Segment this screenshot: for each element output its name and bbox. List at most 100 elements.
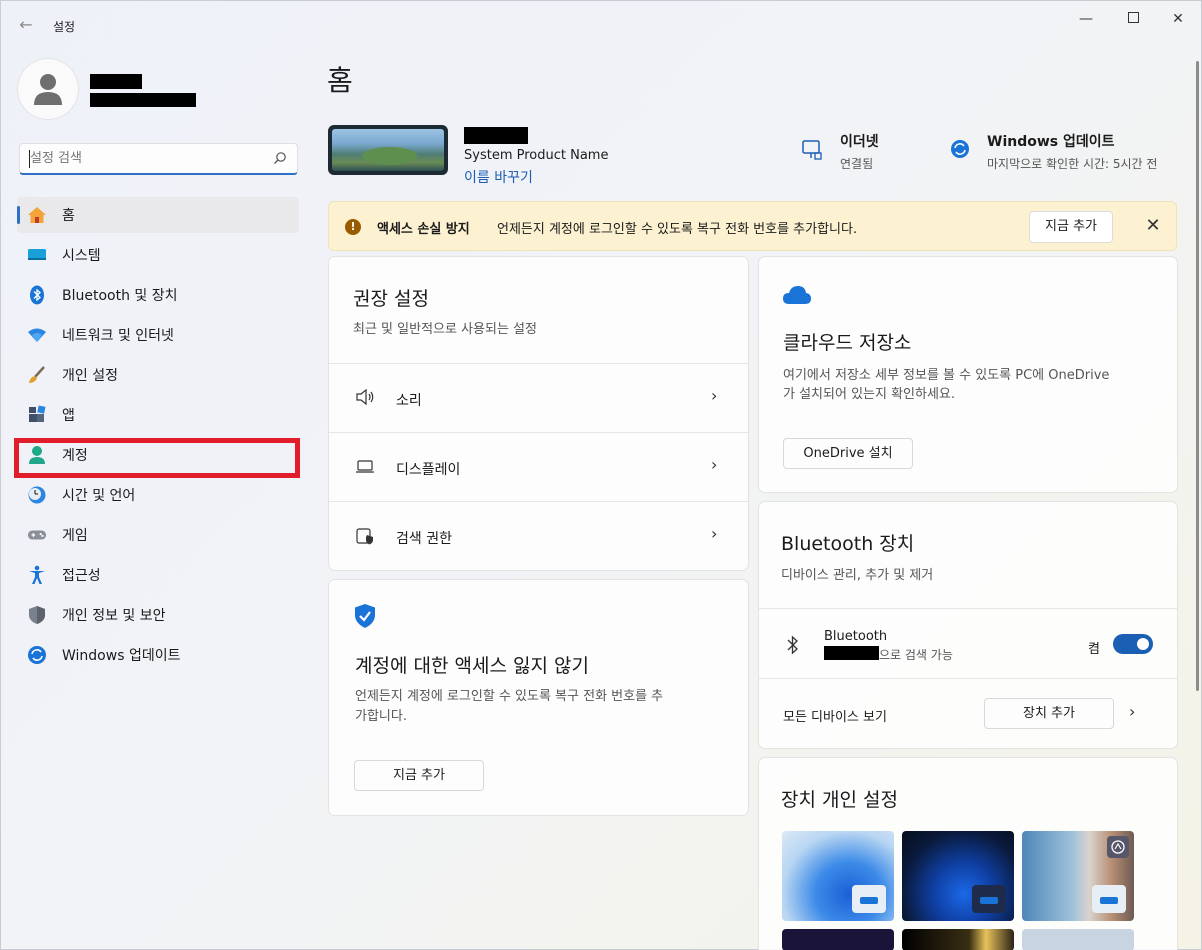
update-icon	[951, 140, 969, 158]
bluetooth-icon	[787, 635, 798, 655]
account-protection-card: 계정에 대한 액세스 잃지 않기 언제든지 계정에 로그인할 수 있도록 복구 …	[328, 579, 749, 816]
rename-link[interactable]: 이름 바꾸기	[464, 167, 533, 187]
chevron-right-icon: ›	[711, 455, 718, 474]
settings-window: ← 설정 — ✕ 홈	[0, 0, 1202, 950]
laptop-icon	[356, 460, 374, 473]
update-icon	[27, 645, 47, 665]
bluetooth-devices-card: Bluetooth 장치 디바이스 관리, 추가 및 제거 Bluetooth …	[758, 501, 1178, 749]
warning-icon: !	[345, 219, 361, 235]
bluetooth-card-title: Bluetooth 장치	[781, 533, 915, 555]
title-bar: ← 설정 — ✕	[1, 1, 1201, 47]
add-device-button[interactable]: 장치 추가	[984, 698, 1114, 729]
sidebar-item-label: 시간 및 언어	[62, 488, 136, 504]
ethernet-title: 이더넷	[840, 134, 879, 150]
text-caret	[29, 150, 30, 168]
recommended-item-display[interactable]: 디스플레이 ›	[329, 433, 748, 501]
search-permissions-label: 검색 권한	[396, 531, 452, 547]
sidebar-item-network[interactable]: 네트워크 및 인터넷	[17, 317, 299, 353]
sidebar-item-label: Windows 업데이트	[62, 648, 181, 664]
sidebar-item-accounts[interactable]: 계정	[17, 437, 299, 473]
update-title: Windows 업데이트	[987, 134, 1115, 150]
redacted-user-name	[90, 74, 142, 89]
sidebar-item-personalization[interactable]: 개인 설정	[17, 357, 299, 393]
chevron-right-icon[interactable]: ›	[1129, 702, 1135, 721]
chevron-right-icon: ›	[711, 386, 718, 405]
display-label: 디스플레이	[396, 462, 461, 478]
sidebar-item-home[interactable]: 홈	[17, 197, 299, 233]
banner-text: 언제든지 계정에 로그인할 수 있도록 복구 전화 번호를 추가합니다.	[497, 222, 858, 237]
sidebar-item-label: 시스템	[62, 248, 101, 264]
account-add-now-button[interactable]: 지금 추가	[354, 760, 484, 791]
chevron-right-icon: ›	[711, 524, 718, 543]
sidebar-item-label: 앱	[62, 408, 75, 424]
sidebar-item-accessibility[interactable]: 접근성	[17, 557, 299, 593]
recommended-settings-card: 권장 설정 최근 및 일반적으로 사용되는 설정 소리 › 디스플레이 › 검색…	[328, 256, 749, 571]
sidebar-item-label: 홈	[62, 208, 75, 224]
recommended-item-search-permissions[interactable]: 검색 권한 ›	[329, 502, 748, 570]
home-icon	[27, 205, 47, 225]
account-card-text-2: 가합니다.	[355, 709, 407, 724]
bluetooth-icon	[27, 285, 47, 305]
sidebar-nav: 홈 시스템 Bluetooth 및 장치 네트워크 및 인터넷 개인 설정 앱 …	[17, 197, 299, 677]
theme-thumbnail-row2-3[interactable]	[1022, 929, 1134, 950]
theme-thumbnail-photo[interactable]	[1022, 831, 1134, 921]
bluetooth-name-label: Bluetooth	[824, 629, 888, 644]
ethernet-icon	[802, 140, 822, 160]
wifi-icon	[27, 325, 47, 345]
device-model: System Product Name	[464, 148, 609, 163]
shield-icon	[27, 605, 47, 625]
sidebar-item-gaming[interactable]: 게임	[17, 517, 299, 553]
recommended-item-sound[interactable]: 소리 ›	[329, 364, 748, 432]
scrollbar[interactable]	[1196, 61, 1199, 691]
camera-shutter-icon	[1111, 840, 1125, 854]
sidebar-item-privacy[interactable]: 개인 정보 및 보안	[17, 597, 299, 633]
all-devices-link[interactable]: 모든 디바이스 보기	[783, 706, 887, 725]
account-card-text-1: 언제든지 계정에 로그인할 수 있도록 복구 전화 번호를 추	[355, 689, 664, 704]
close-button[interactable]: ✕	[1156, 7, 1200, 31]
account-icon	[27, 445, 47, 465]
bluetooth-toggle[interactable]	[1113, 634, 1153, 654]
gamepad-icon	[27, 525, 47, 545]
theme-thumbnail-dark[interactable]	[902, 831, 1014, 921]
clock-globe-icon	[27, 485, 47, 505]
accessibility-icon	[27, 565, 47, 585]
redacted-device-name	[464, 127, 528, 144]
search-input[interactable]	[20, 144, 250, 172]
sound-label: 소리	[396, 393, 422, 409]
minimize-button[interactable]: —	[1064, 7, 1108, 31]
avatar[interactable]	[18, 59, 78, 119]
sidebar-item-apps[interactable]: 앱	[17, 397, 299, 433]
sidebar-item-system[interactable]: 시스템	[17, 237, 299, 273]
back-arrow-icon[interactable]: ←	[13, 13, 39, 37]
banner-close-icon[interactable]: ✕	[1141, 215, 1165, 239]
banner-add-now-button[interactable]: 지금 추가	[1029, 211, 1113, 243]
cloud-storage-card: 클라우드 저장소 여기에서 저장소 세부 정보를 볼 수 있도록 PC에 One…	[758, 256, 1178, 493]
theme-thumbnail-light[interactable]	[782, 831, 894, 921]
sidebar-item-bluetooth[interactable]: Bluetooth 및 장치	[17, 277, 299, 313]
personalize-card-title: 장치 개인 설정	[781, 789, 898, 811]
search-box[interactable]	[19, 143, 298, 175]
app-title: 설정	[53, 20, 76, 34]
brush-icon	[27, 365, 47, 385]
theme-thumbnail-row2-1[interactable]	[782, 929, 894, 950]
cloud-card-text-1: 여기에서 저장소 세부 정보를 볼 수 있도록 PC에 OneDrive	[783, 368, 1110, 383]
theme-thumbnail-row2-2[interactable]	[902, 929, 1014, 950]
recommended-title: 권장 설정	[353, 288, 429, 310]
search-icon[interactable]	[273, 151, 287, 165]
recommended-sub: 최근 및 일반적으로 사용되는 설정	[353, 322, 537, 337]
redacted-bt-device-name	[824, 646, 879, 660]
sidebar-item-time-language[interactable]: 시간 및 언어	[17, 477, 299, 513]
maximize-button[interactable]	[1111, 7, 1155, 31]
shield-check-icon	[355, 604, 375, 628]
onedrive-install-button[interactable]: OneDrive 설치	[783, 438, 913, 469]
sidebar-item-label: 게임	[62, 528, 88, 544]
cloud-icon	[783, 286, 811, 304]
update-sub: 마지막으로 확인한 시간: 5시간 전	[987, 157, 1158, 171]
cloud-card-text-2: 가 설치되어 있는지 확인하세요.	[783, 387, 956, 402]
speaker-icon	[356, 388, 374, 406]
apps-icon	[27, 405, 47, 425]
sidebar-item-windows-update[interactable]: Windows 업데이트	[17, 637, 299, 673]
bluetooth-discoverable-text: 으로 검색 가능	[879, 648, 953, 662]
banner-title: 액세스 손실 방지	[377, 222, 470, 237]
user-icon	[34, 74, 62, 105]
